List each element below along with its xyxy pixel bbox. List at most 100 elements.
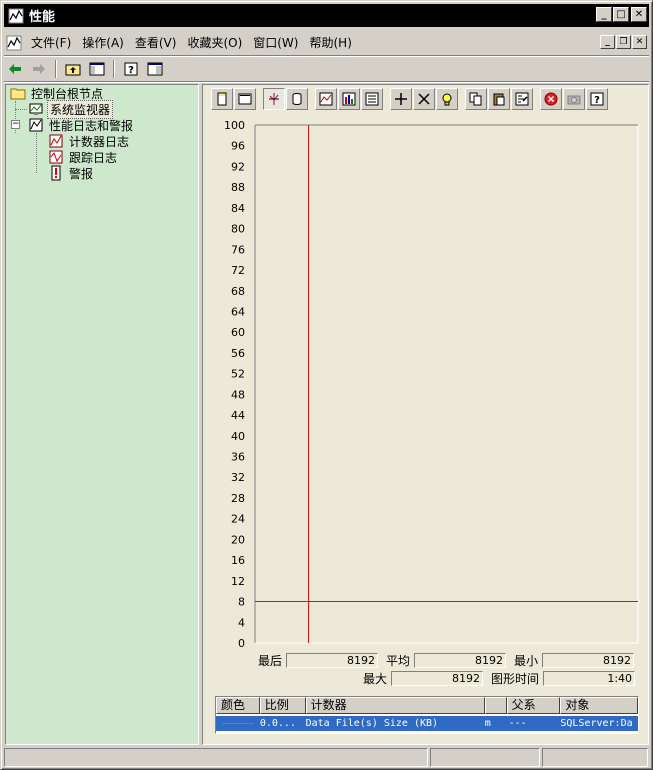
maximize-button[interactable]: □: [613, 7, 629, 22]
menu-help[interactable]: 帮助(H): [306, 34, 359, 51]
folder-up-icon: [65, 64, 81, 76]
view-current-activity-button[interactable]: [263, 88, 285, 110]
duration-label: 图形时间: [491, 672, 540, 686]
stat-row-1: 最后 8192 平均 8192 最小 8192: [258, 652, 635, 669]
stat-row-2: 最大 8192 图形时间 1:40: [363, 670, 636, 687]
paste-icon: [493, 93, 505, 106]
legend-row-selected[interactable]: 0.0... Data File(s) Size (KB) m --- SQLS…: [216, 716, 638, 731]
y-tick-label: 80: [231, 223, 245, 236]
child-window-icon[interactable]: [6, 35, 22, 51]
performance-chart[interactable]: 100 96 92 88 84 80 76 72 68 64 60 56 52 48 44 40 36 32 28 2…: [211, 115, 641, 655]
graph-icon: [319, 92, 333, 106]
help-icon: ?: [124, 62, 138, 76]
forward-button[interactable]: [28, 58, 50, 80]
console-tree[interactable]: 控制台根节点 系统监视器 − 性能日志和警报 计数器日志 跟踪日志 警报: [5, 84, 199, 745]
properties-button[interactable]: [144, 58, 166, 80]
minimize-button[interactable]: _: [596, 7, 612, 22]
tree-item-system-monitor[interactable]: 系统监视器: [28, 99, 114, 119]
y-tick-label: 24: [231, 513, 245, 526]
menu-action[interactable]: 操作(A): [79, 34, 132, 51]
toolbar-divider: [4, 81, 649, 83]
minimize-icon: _: [601, 8, 607, 20]
series-color-swatch: [216, 723, 260, 724]
toolbar-separator: [113, 60, 115, 78]
y-tick-label: 84: [231, 202, 245, 215]
y-tick-label: 44: [231, 409, 245, 422]
view-graph-button[interactable]: [315, 88, 337, 110]
average-value: 8192: [414, 653, 507, 668]
update-data-button[interactable]: [563, 88, 585, 110]
column-parent[interactable]: 父系: [506, 697, 561, 714]
database-icon: [292, 93, 302, 105]
collapse-toggle[interactable]: −: [11, 120, 20, 129]
y-tick-label: 40: [231, 430, 245, 443]
copy-properties-button[interactable]: [465, 88, 487, 110]
system-monitor-pane: ? 100 96 92 88 84 80 76 72 68 64 60 56 52 48 44 40 36 32 2…: [202, 84, 649, 745]
maximize-icon: □: [616, 8, 626, 20]
menu-view[interactable]: 查看(V): [132, 34, 185, 51]
tree-item-counter-logs[interactable]: 计数器日志: [48, 133, 131, 149]
up-one-level-button[interactable]: [62, 58, 84, 80]
paste-counter-list-button[interactable]: [488, 88, 510, 110]
help-button[interactable]: ?: [120, 58, 142, 80]
status-panel-2: [430, 748, 540, 767]
mmc-toolbar: ?: [4, 57, 166, 81]
restore-icon: ❐: [619, 37, 628, 47]
view-log-data-button[interactable]: [286, 88, 308, 110]
chart-canvas: 1009692888480767268646056524844403632282…: [224, 119, 639, 650]
column-instance[interactable]: [484, 697, 507, 714]
counter-legend[interactable]: 颜色 比例 计数器 父系 对象 0.0... Data File(s) Size…: [215, 696, 639, 734]
close-icon: ✕: [635, 37, 644, 47]
menu-file[interactable]: 文件(F): [28, 34, 79, 51]
highlight-button[interactable]: [436, 88, 458, 110]
child-restore-button[interactable]: ❐: [616, 35, 631, 49]
close-button[interactable]: ✕: [631, 7, 647, 22]
tree-item-trace-logs[interactable]: 跟踪日志: [48, 149, 119, 165]
counter-log-icon: [49, 134, 63, 148]
view-report-button[interactable]: [361, 88, 383, 110]
delete-counter-button[interactable]: [413, 88, 435, 110]
trace-log-icon: [49, 150, 63, 164]
y-tick-label: 60: [231, 326, 245, 339]
child-close-button[interactable]: ✕: [632, 35, 647, 49]
child-minimize-button[interactable]: _: [600, 35, 615, 49]
close-icon: ✕: [634, 8, 644, 20]
y-tick-label: 32: [231, 471, 245, 484]
y-tick-label: 72: [231, 264, 245, 277]
column-color[interactable]: 颜色: [216, 697, 260, 714]
legend-scale: 0.0...: [259, 718, 296, 729]
title-bar[interactable]: 性能 _ □ ✕: [4, 4, 649, 27]
y-tick-label: 8: [238, 596, 245, 609]
help-button[interactable]: ?: [586, 88, 608, 110]
y-tick-label: 76: [231, 243, 245, 256]
add-counter-button[interactable]: [390, 88, 412, 110]
freeze-display-button[interactable]: [540, 88, 562, 110]
column-object[interactable]: 对象: [560, 697, 638, 714]
properties-button[interactable]: [511, 88, 533, 110]
tree-label: 性能日志和警报: [49, 118, 134, 133]
show-hide-tree-button[interactable]: [86, 58, 108, 80]
delete-x-icon: [418, 93, 430, 105]
tree-item-alerts[interactable]: 警报: [48, 165, 95, 181]
camera-icon: [567, 95, 581, 105]
tree-item-logs-alerts[interactable]: 性能日志和警报: [28, 117, 135, 133]
tree-line: [15, 109, 27, 110]
y-tick-label: 16: [231, 554, 245, 567]
column-counter[interactable]: 计数器: [305, 697, 485, 714]
performance-app-icon: [8, 8, 24, 23]
legend-counter: Data File(s) Size (KB): [305, 718, 439, 729]
maximum-value: 8192: [391, 671, 484, 686]
column-scale[interactable]: 比例: [259, 697, 306, 714]
tree-label: 跟踪日志: [69, 150, 118, 165]
back-button[interactable]: [4, 58, 26, 80]
menu-favorites[interactable]: 收藏夹(O): [184, 34, 250, 51]
current-activity-icon: [269, 93, 279, 105]
forward-arrow-icon: [33, 64, 45, 74]
new-counter-set-button[interactable]: [211, 88, 233, 110]
minimize-icon: _: [605, 37, 610, 47]
clear-display-button[interactable]: [234, 88, 256, 110]
legend-parent: ---: [508, 718, 527, 729]
menu-window[interactable]: 窗口(W): [250, 34, 306, 51]
svg-text:?: ?: [128, 65, 134, 76]
view-histogram-button[interactable]: [338, 88, 360, 110]
